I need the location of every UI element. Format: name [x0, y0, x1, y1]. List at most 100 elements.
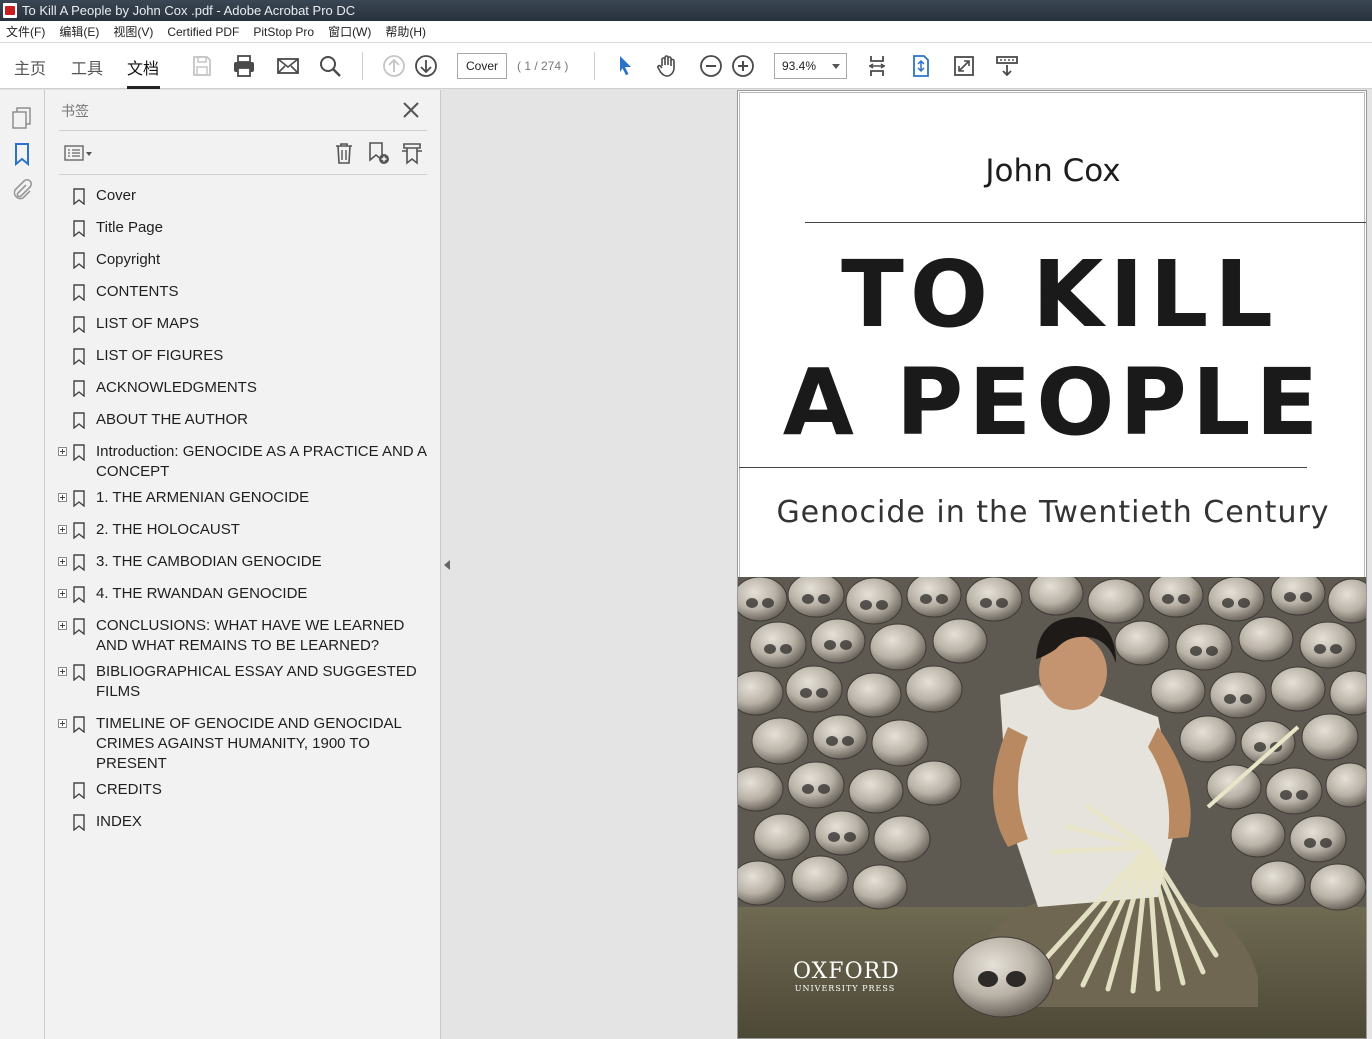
bookmark-label: ABOUT THE AUTHOR — [96, 411, 248, 428]
menubar: 文件(F) 编辑(E) 视图(V) Certified PDF PitStop … — [0, 21, 1372, 43]
attachment-icon[interactable] — [10, 178, 34, 202]
bookmark-icon — [73, 814, 85, 831]
bookmarks-panel: 书签 Cover Title Page Copyright CONTENTS L… — [45, 90, 441, 1039]
expand-toggle[interactable] — [58, 667, 67, 676]
zoom-out-icon[interactable] — [696, 51, 726, 81]
new-bookmark-icon[interactable] — [363, 140, 393, 166]
bookmark-label: Cover — [96, 187, 137, 204]
bookmark-icon — [73, 782, 85, 799]
save-icon[interactable] — [187, 51, 217, 81]
bookmark-label: LIST OF MAPS — [96, 315, 200, 332]
print-icon[interactable] — [229, 51, 259, 81]
bookmark-credits[interactable]: CREDITS — [45, 780, 441, 800]
bookmark-rwandan-genocide[interactable]: 4. THE RWANDAN GENOCIDE — [45, 584, 441, 604]
search-icon[interactable] — [315, 51, 345, 81]
chevron-down-icon — [832, 64, 840, 69]
menu-file[interactable]: 文件(F) — [6, 21, 45, 42]
bookmark-introduction[interactable]: Introduction: GENOCIDE AS A PRACTICE AND… — [45, 442, 441, 482]
publisher-name: OXFORD — [793, 959, 900, 984]
bookmark-label: CREDITS — [96, 781, 162, 798]
tab-home[interactable]: 主页 — [14, 55, 46, 79]
toolbar-separator — [362, 52, 363, 80]
page-number-input[interactable]: Cover — [457, 53, 507, 79]
menu-edit[interactable]: 编辑(E) — [59, 21, 99, 42]
bookmark-title-page[interactable]: Title Page — [45, 218, 441, 238]
expand-toggle[interactable] — [58, 525, 67, 534]
delete-bookmark-icon[interactable] — [329, 140, 359, 166]
cover-author: John Cox — [985, 153, 1121, 189]
menu-pitstop-pro[interactable]: PitStop Pro — [253, 21, 314, 42]
menu-view[interactable]: 视图(V) — [113, 21, 153, 42]
bookmark-properties-icon[interactable] — [397, 140, 427, 166]
bookmark-label: 1. THE ARMENIAN GENOCIDE — [96, 489, 310, 506]
bookmark-icon — [73, 664, 85, 681]
bookmark-icon — [73, 188, 85, 205]
bookmark-options-dropdown[interactable] — [61, 140, 95, 166]
expand-toggle[interactable] — [58, 557, 67, 566]
bookmark-acknowledgments[interactable]: ACKNOWLEDGMENTS — [45, 378, 441, 398]
bookmark-holocaust[interactable]: 2. THE HOLOCAUST — [45, 520, 441, 540]
bookmark-icon — [73, 220, 85, 237]
expand-toggle[interactable] — [58, 621, 67, 630]
bookmark-about-the-author[interactable]: ABOUT THE AUTHOR — [45, 410, 441, 430]
menu-help[interactable]: 帮助(H) — [385, 21, 426, 42]
zoom-in-icon[interactable] — [728, 51, 758, 81]
expand-toggle[interactable] — [58, 493, 67, 502]
next-page-icon[interactable] — [411, 51, 441, 81]
window-titlebar: To Kill A People by John Cox .pdf - Adob… — [0, 0, 1372, 21]
bookmark-conclusions[interactable]: CONCLUSIONS: WHAT HAVE WE LEARNED AND WH… — [45, 616, 441, 656]
bookmark-bibliographical-essay[interactable]: BIBLIOGRAPHICAL ESSAY AND SUGGESTED FILM… — [45, 662, 441, 702]
menu-window[interactable]: 窗口(W) — [328, 21, 371, 42]
bookmark-armenian-genocide[interactable]: 1. THE ARMENIAN GENOCIDE — [45, 488, 441, 508]
cover-rule — [739, 467, 1307, 468]
bookmark-list: Cover Title Page Copyright CONTENTS LIST… — [45, 186, 441, 844]
navigation-rail — [0, 90, 45, 1039]
close-icon[interactable] — [399, 98, 423, 122]
panel-divider — [59, 130, 427, 131]
bookmark-cover[interactable]: Cover — [45, 186, 441, 206]
bookmark-label: Copyright — [96, 251, 161, 268]
bookmark-index[interactable]: INDEX — [45, 812, 441, 832]
bookmark-copyright[interactable]: Copyright — [45, 250, 441, 270]
bookmark-contents[interactable]: CONTENTS — [45, 282, 441, 302]
email-icon[interactable] — [273, 51, 303, 81]
cover-title-line1: TO KILL — [841, 241, 1279, 348]
bookmark-icon — [73, 618, 85, 635]
bookmark-list-of-figures[interactable]: LIST OF FIGURES — [45, 346, 441, 366]
tab-document[interactable]: 文档 — [127, 55, 159, 79]
expand-toggle[interactable] — [58, 589, 67, 598]
bookmark-icon — [73, 716, 85, 733]
bookmark-icon — [73, 412, 85, 429]
bookmark-icon — [73, 284, 85, 301]
bookmark-label: CONCLUSIONS: WHAT HAVE WE LEARNED AND WH… — [96, 617, 405, 654]
bookmark-label: Introduction: GENOCIDE AS A PRACTICE AND… — [96, 443, 427, 480]
document-viewport[interactable]: John Cox TO KILL A PEOPLE Genocide in th… — [441, 90, 1372, 1039]
main-toolbar: 主页 工具 文档 Cover ( 1 / 274 ) 93.4% — [0, 43, 1372, 89]
bookmark-icon — [73, 522, 85, 539]
expand-toggle[interactable] — [58, 719, 67, 728]
prev-page-icon[interactable] — [379, 51, 409, 81]
bookmark-list-of-maps[interactable]: LIST OF MAPS — [45, 314, 441, 334]
tab-tools[interactable]: 工具 — [71, 55, 103, 79]
pdf-page-cover: John Cox TO KILL A PEOPLE Genocide in th… — [737, 90, 1367, 1039]
fullscreen-icon[interactable] — [949, 51, 979, 81]
zoom-value: 93.4% — [782, 59, 817, 73]
bookmark-cambodian-genocide[interactable]: 3. THE CAMBODIAN GENOCIDE — [45, 552, 441, 572]
bookmark-label: ACKNOWLEDGMENTS — [96, 379, 257, 396]
zoom-select[interactable]: 93.4% — [774, 53, 847, 79]
bookmark-icon — [73, 490, 85, 507]
collapse-panel-icon[interactable] — [444, 560, 450, 570]
scroll-mode-icon[interactable] — [906, 51, 936, 81]
active-tab-indicator — [127, 86, 160, 89]
hand-icon[interactable] — [652, 51, 682, 81]
menu-certified-pdf[interactable]: Certified PDF — [167, 21, 239, 42]
bookmark-timeline[interactable]: TIMELINE OF GENOCIDE AND GENOCIDAL CRIME… — [45, 714, 441, 774]
select-cursor-icon[interactable] — [610, 51, 640, 81]
bookmarks-panel-title: 书签 — [61, 103, 89, 119]
expand-toggle[interactable] — [58, 447, 67, 456]
reading-mode-icon[interactable] — [992, 51, 1022, 81]
bookmark-panel-icon[interactable] — [10, 142, 34, 167]
bookmark-icon — [73, 252, 85, 269]
fit-page-icon[interactable] — [862, 51, 892, 81]
page-thumbnails-icon[interactable] — [10, 106, 34, 130]
